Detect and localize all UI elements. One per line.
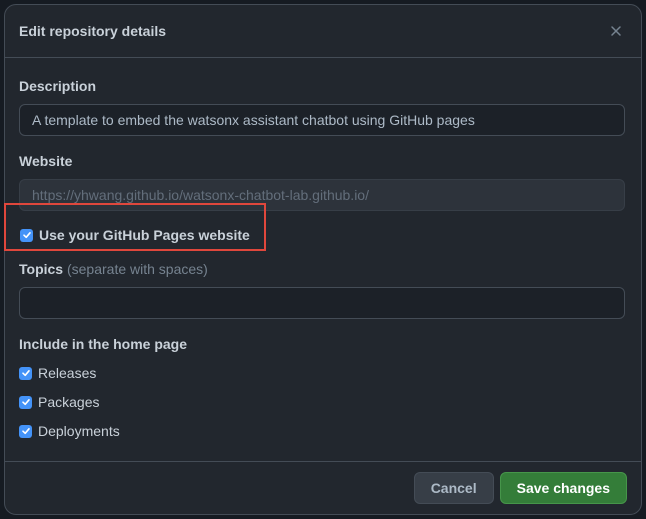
releases-checkbox-row[interactable]: Releases — [19, 363, 627, 383]
deployments-checkbox[interactable] — [19, 424, 32, 438]
description-field: Description — [19, 78, 627, 136]
topics-label: Topics (separate with spaces) — [19, 261, 627, 277]
check-icon — [21, 370, 30, 377]
highlight-box — [4, 203, 266, 251]
save-changes-button[interactable]: Save changes — [499, 472, 627, 504]
deployments-label: Deployments — [38, 423, 120, 439]
description-label: Description — [19, 78, 97, 94]
check-icon — [21, 428, 30, 435]
releases-checkbox[interactable] — [19, 366, 32, 380]
topics-field: Topics (separate with spaces) — [19, 261, 627, 319]
dialog-title: Edit repository details — [19, 23, 167, 39]
close-icon[interactable] — [605, 20, 627, 42]
description-input[interactable] — [19, 104, 625, 136]
website-label: Website — [19, 153, 73, 169]
cancel-button[interactable]: Cancel — [413, 472, 494, 504]
packages-checkbox[interactable] — [19, 395, 32, 409]
home-page-label: Include in the home page — [19, 336, 188, 352]
deployments-checkbox-row[interactable]: Deployments — [19, 421, 627, 441]
releases-label: Releases — [38, 365, 97, 381]
topics-hint: (separate with spaces) — [66, 261, 208, 277]
dialog-footer: Cancel Save changes — [5, 461, 641, 514]
topics-label-text: Topics — [19, 261, 64, 277]
home-page-section: Include in the home page Releases Packag… — [19, 336, 627, 441]
x-icon — [611, 26, 621, 36]
packages-checkbox-row[interactable]: Packages — [19, 392, 627, 412]
packages-label: Packages — [38, 394, 100, 410]
check-icon — [21, 399, 30, 406]
topics-input[interactable] — [19, 287, 625, 319]
edit-repository-dialog: Edit repository details Description Webs… — [4, 4, 642, 515]
dialog-header: Edit repository details — [5, 5, 641, 58]
